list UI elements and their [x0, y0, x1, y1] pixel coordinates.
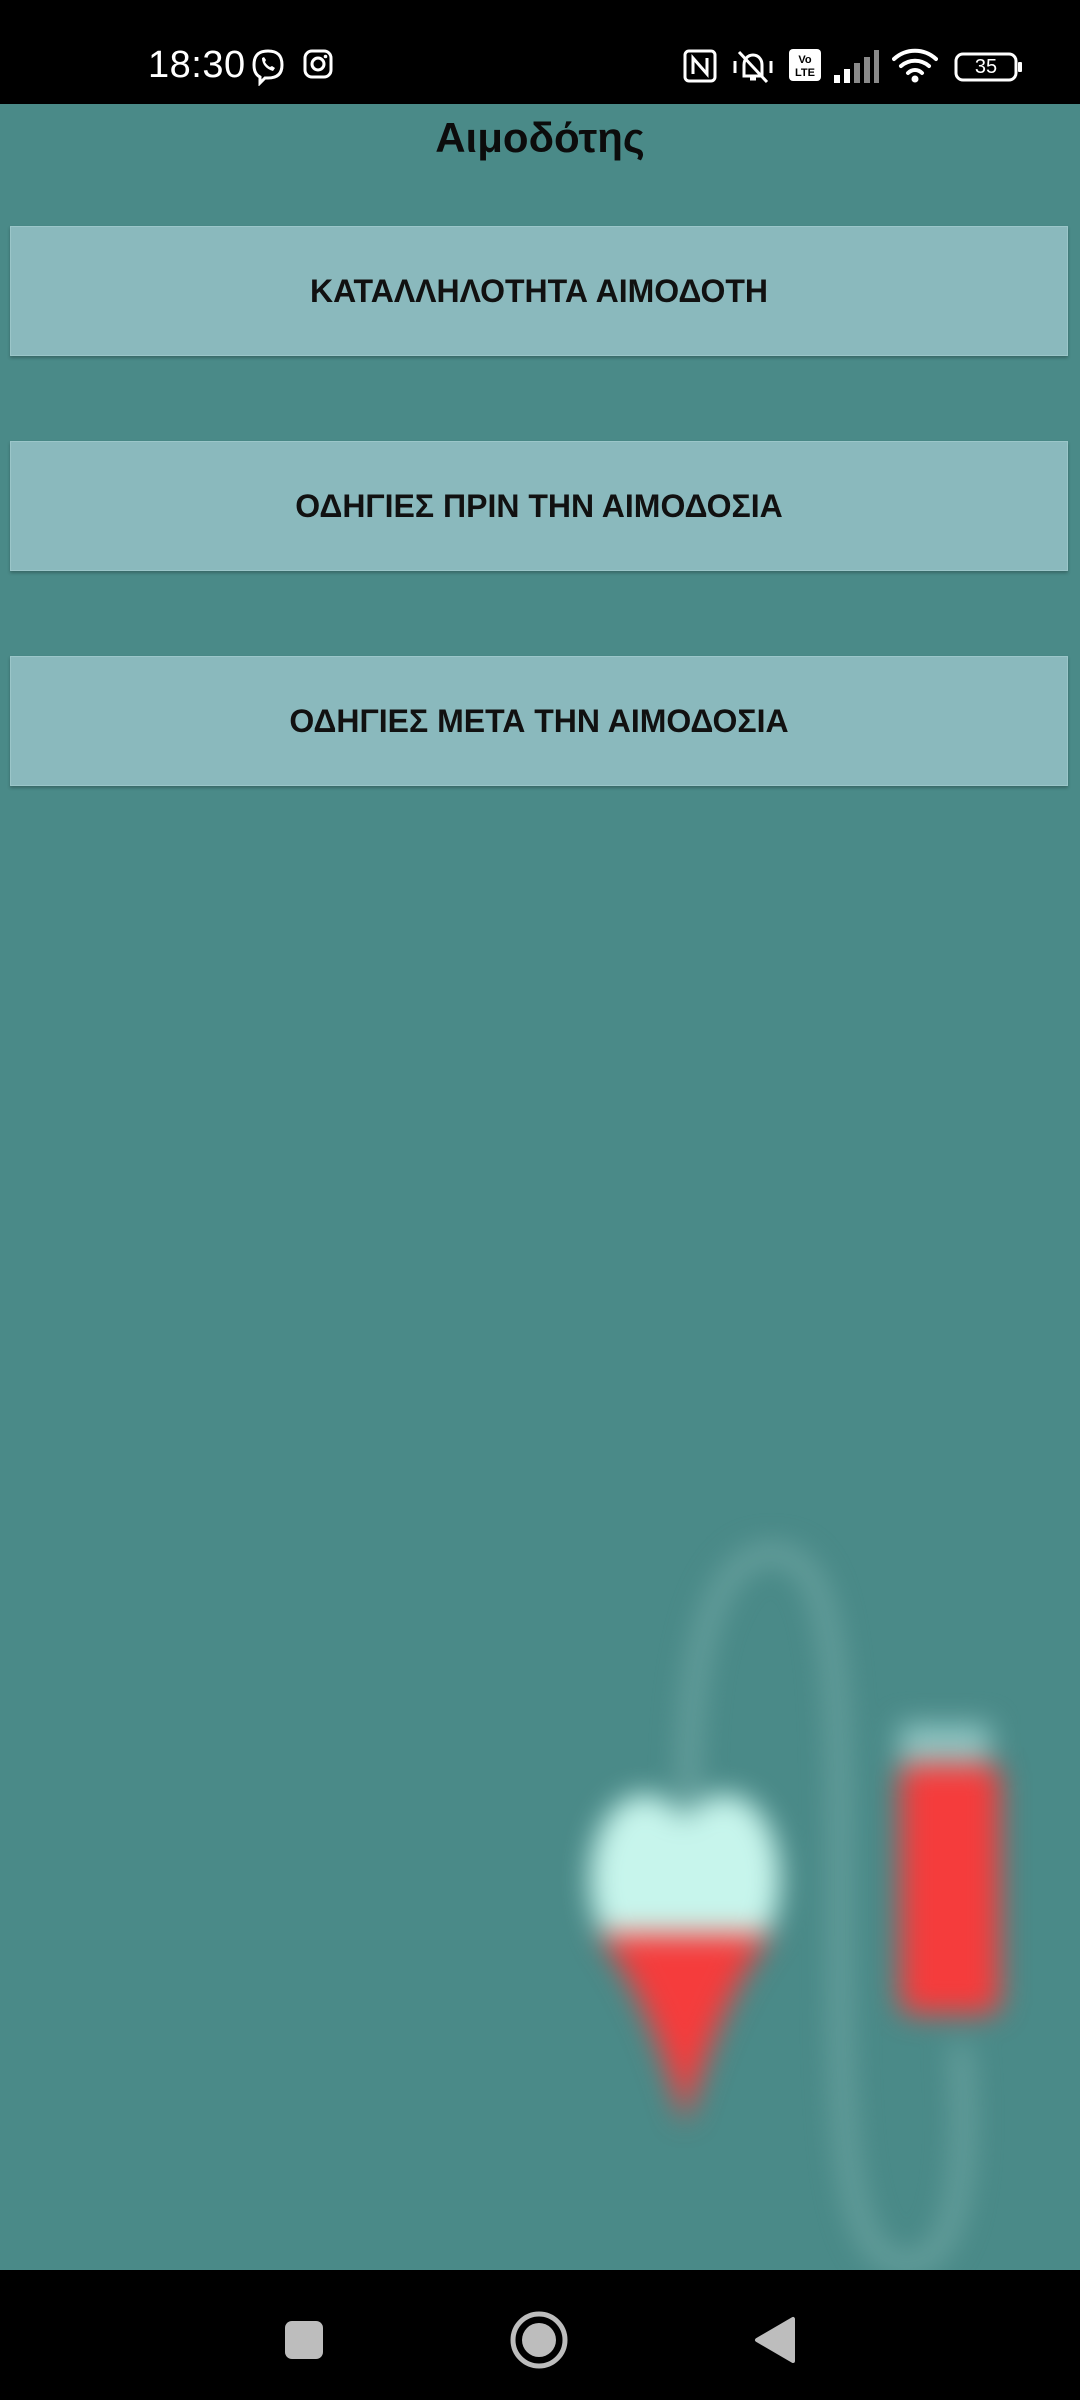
page-title: Αιμοδότης — [435, 114, 645, 161]
svg-text:LTE: LTE — [795, 67, 815, 79]
navigation-bar — [0, 2270, 1080, 2400]
donor-eligibility-button[interactable]: ΚΑΤΑΛΛΗΛΟΤΗΤΑ ΑΙΜΟΔΟΤΗ — [10, 226, 1068, 356]
volte-icon: Vo LTE — [789, 49, 821, 81]
nfc-icon — [683, 49, 717, 83]
home-button[interactable] — [499, 2300, 579, 2380]
recents-icon — [285, 2321, 323, 2359]
button-label: ΚΑΤΑΛΛΗΛΟΤΗΤΑ ΑΙΜΟΔΟΤΗ — [309, 272, 769, 309]
battery-icon: 35 — [954, 52, 1024, 82]
phone-screen: 18:30 Vo LTE 35 Αιμοδότης ΚΑΤΑΛΛΗΛΟΤΗΤΑ … — [0, 0, 1080, 2400]
button-label: ΟΔΗΓΙΕΣ ΜΕΤΑ ΤΗΝ ΑΙΜΟΔΟΣΙΑ — [289, 702, 789, 739]
button-label: ΟΔΗΓΙΕΣ ΠΡΙΝ ΤΗΝ ΑΙΜΟΔΟΣΙΑ — [295, 487, 783, 524]
status-bar: 18:30 Vo LTE 35 — [0, 0, 1080, 104]
instagram-icon — [303, 49, 333, 79]
battery-level: 35 — [974, 56, 998, 78]
app-content: Αιμοδότης ΚΑΤΑΛΛΗΛΟΤΗΤΑ ΑΙΜΟΔΟΤΗ ΟΔΗΓΙΕΣ… — [0, 104, 1080, 2270]
status-time: 18:30 — [148, 44, 246, 86]
svg-text:Vo: Vo — [798, 54, 812, 66]
wifi-icon — [892, 48, 938, 83]
signal-icon — [834, 50, 879, 83]
after-donation-instructions-button[interactable]: ΟΔΗΓΙΕΣ ΜΕΤΑ ΤΗΝ ΑΙΜΟΔΟΣΙΑ — [10, 656, 1068, 786]
home-icon — [510, 2311, 568, 2369]
before-donation-instructions-button[interactable]: ΟΔΗΓΙΕΣ ΠΡΙΝ ΤΗΝ ΑΙΜΟΔΟΣΙΑ — [10, 441, 1068, 571]
vibrate-mute-icon — [733, 50, 773, 84]
blood-donation-illustration — [590, 1545, 1000, 2270]
viber-icon — [252, 49, 284, 86]
recents-button[interactable] — [264, 2300, 344, 2380]
back-icon — [755, 2317, 795, 2363]
back-button[interactable] — [734, 2300, 814, 2380]
